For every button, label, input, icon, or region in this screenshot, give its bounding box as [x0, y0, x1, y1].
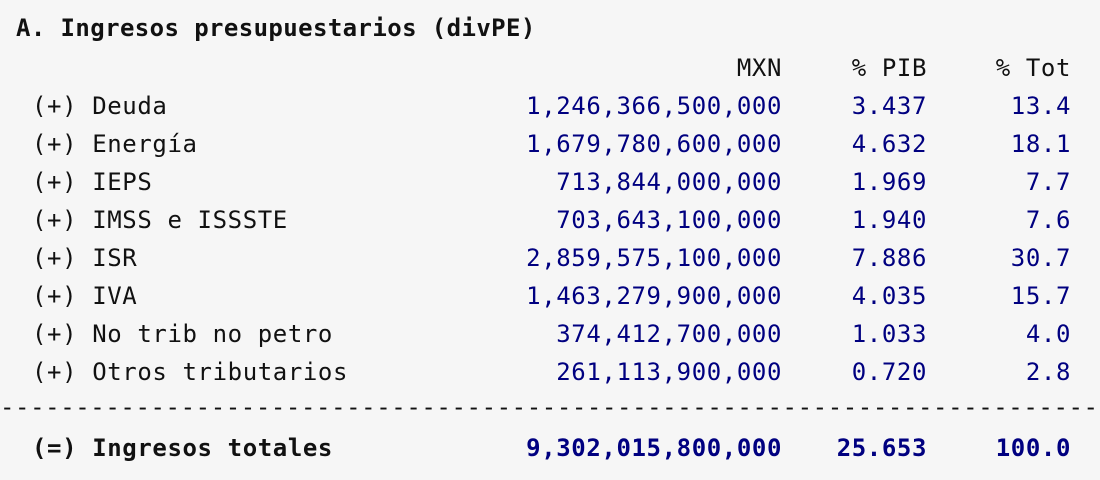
row-pct-tot: 7.6	[1025, 206, 1071, 234]
total-pct-pib: 25.653	[836, 434, 927, 462]
row-pct-pib: 7.886	[851, 244, 927, 272]
row-label: (+) No trib no petro	[32, 320, 333, 348]
row-pct-pib: 0.720	[851, 358, 927, 386]
table-divider: ----------------------------------------…	[0, 393, 1100, 421]
row-pct-tot: 30.7	[1010, 244, 1071, 272]
table-row: (+) Energía 1,679,780,600,000 4.632 18.1	[0, 130, 1100, 164]
total-label: (=) Ingresos totales	[32, 434, 333, 462]
row-pct-pib: 1.940	[851, 206, 927, 234]
row-label: (+) IVA	[32, 282, 138, 310]
total-pct-tot: 100.0	[995, 434, 1071, 462]
row-mxn: 374,412,700,000	[556, 320, 782, 348]
table-header-row: MXN % PIB % Tot	[0, 54, 1100, 88]
table-total-row: (=) Ingresos totales 9,302,015,800,000 2…	[0, 434, 1100, 468]
row-pct-tot: 4.0	[1025, 320, 1071, 348]
row-mxn: 703,643,100,000	[556, 206, 782, 234]
row-mxn: 1,246,366,500,000	[526, 92, 782, 120]
row-mxn: 2,859,575,100,000	[526, 244, 782, 272]
row-label: (+) IMSS e ISSSTE	[32, 206, 288, 234]
row-label: (+) Otros tributarios	[32, 358, 349, 386]
row-label: (+) Energía	[32, 130, 198, 158]
row-mxn: 1,463,279,900,000	[526, 282, 782, 310]
row-pct-tot: 15.7	[1010, 282, 1071, 310]
header-pct-pib: % PIB	[851, 54, 927, 82]
table-row: (+) ISR 2,859,575,100,000 7.886 30.7	[0, 244, 1100, 278]
table-row: (+) Deuda 1,246,366,500,000 3.437 13.4	[0, 92, 1100, 126]
row-label: (+) ISR	[32, 244, 138, 272]
row-pct-tot: 18.1	[1010, 130, 1071, 158]
header-pct-tot: % Tot	[995, 54, 1071, 82]
row-label: (+) IEPS	[32, 168, 153, 196]
row-mxn: 713,844,000,000	[556, 168, 782, 196]
total-mxn: 9,302,015,800,000	[526, 434, 782, 462]
table-row: (+) Otros tributarios 261,113,900,000 0.…	[0, 358, 1100, 392]
table-row: (+) IMSS e ISSSTE 703,643,100,000 1.940 …	[0, 206, 1100, 240]
row-pct-pib: 1.033	[851, 320, 927, 348]
row-pct-pib: 4.035	[851, 282, 927, 310]
stata-results-window: A. Ingresos presupuestarios (divPE) MXN …	[0, 0, 1100, 480]
table-row: (+) IVA 1,463,279,900,000 4.035 15.7	[0, 282, 1100, 316]
table-row: (+) No trib no petro 374,412,700,000 1.0…	[0, 320, 1100, 354]
row-pct-pib: 3.437	[851, 92, 927, 120]
row-mxn: 261,113,900,000	[556, 358, 782, 386]
row-pct-tot: 13.4	[1010, 92, 1071, 120]
row-pct-tot: 7.7	[1025, 168, 1071, 196]
header-mxn: MXN	[736, 54, 782, 82]
row-pct-pib: 4.632	[851, 130, 927, 158]
table-title: A. Ingresos presupuestarios (divPE)	[16, 14, 536, 42]
table-row: (+) IEPS 713,844,000,000 1.969 7.7	[0, 168, 1100, 202]
row-mxn: 1,679,780,600,000	[526, 130, 782, 158]
row-label: (+) Deuda	[32, 92, 168, 120]
row-pct-tot: 2.8	[1025, 358, 1071, 386]
row-pct-pib: 1.969	[851, 168, 927, 196]
